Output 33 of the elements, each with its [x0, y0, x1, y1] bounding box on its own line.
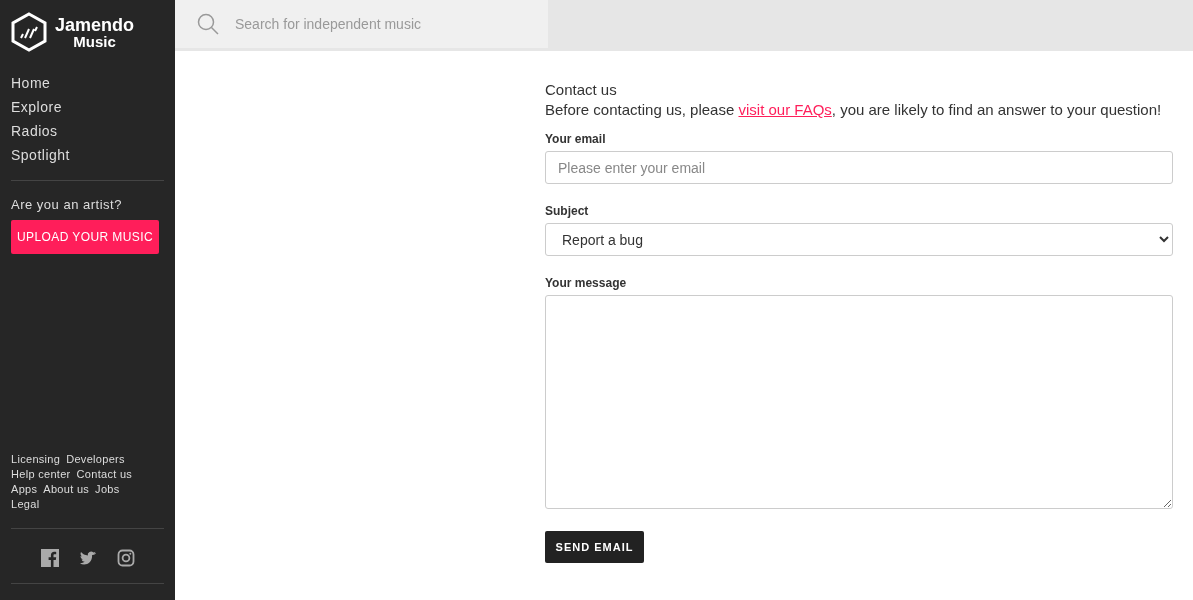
send-button[interactable]: SEND EMAIL: [545, 531, 644, 563]
footer-link[interactable]: Licensing: [11, 452, 61, 467]
field-label: Your email: [545, 132, 607, 146]
subject-dropdown[interactable]: Report a bug: [545, 223, 1173, 256]
faq-link[interactable]: visit our FAQs: [738, 101, 832, 118]
intro-text: Before contacting us, please visit our FAQs, you are likely to find an answer to your question!: [545, 101, 1163, 118]
footer-link[interactable]: Contact us: [76, 467, 133, 482]
footer-link[interactable]: Jobs: [95, 482, 120, 497]
nav-link[interactable]: Explore: [11, 98, 164, 116]
nav-link[interactable]: Home: [11, 74, 164, 92]
page-title: Contact us: [545, 81, 618, 98]
nav-link[interactable]: Radios: [11, 122, 164, 140]
search-field[interactable]: Search for independent music: [233, 15, 537, 33]
search-icon: [197, 13, 219, 35]
instagram-icon[interactable]: [116, 549, 135, 567]
email-field[interactable]: Please enter your email: [545, 151, 1173, 184]
footer-link[interactable]: Apps: [11, 482, 38, 497]
facebook-icon[interactable]: [40, 549, 59, 567]
footer-link[interactable]: Developers: [66, 452, 125, 467]
upload-button[interactable]: UPLOAD YOUR MUSIC: [11, 220, 159, 254]
search-bar[interactable]: Search for independent music: [175, 0, 548, 48]
logo-text: Jamendo: [55, 15, 135, 34]
field-label: Your message: [545, 276, 628, 290]
footer-link[interactable]: Help center: [11, 467, 71, 482]
nav-link[interactable]: Spotlight: [11, 146, 164, 164]
footer-link[interactable]: Legal: [11, 497, 40, 512]
twitter-icon[interactable]: [78, 549, 97, 567]
field-label: Subject: [545, 204, 590, 218]
logo-subtext: Music: [73, 33, 116, 49]
message-field[interactable]: [545, 295, 1173, 509]
artist-prompt: Are you an artist?: [11, 197, 123, 212]
logo-icon: [11, 12, 47, 52]
footer-link[interactable]: About us: [43, 482, 90, 497]
